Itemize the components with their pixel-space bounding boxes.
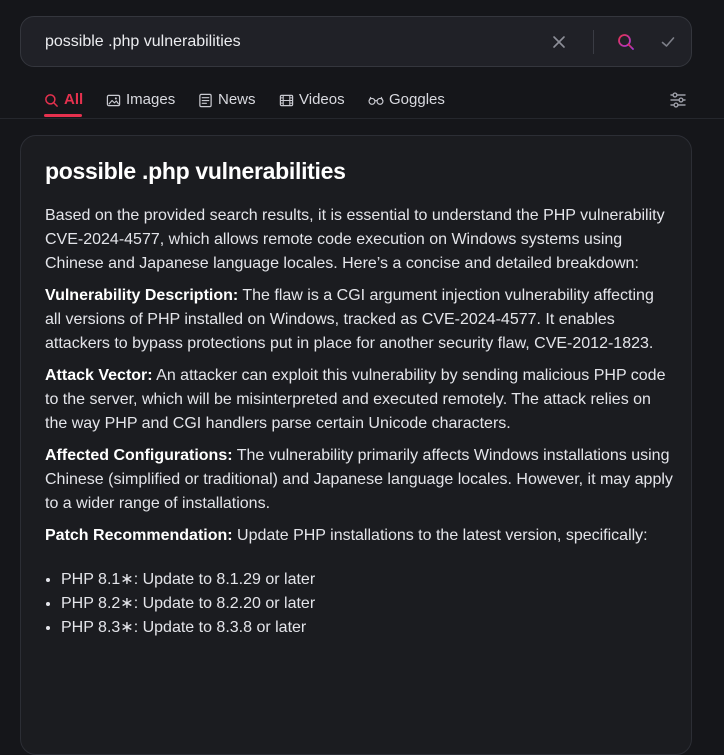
answer-section-attack-vector: Attack Vector: An attacker can exploit t… <box>45 364 673 436</box>
section-text: Update PHP installations to the latest v… <box>232 527 648 544</box>
tab-label: Videos <box>299 91 345 108</box>
active-tab-indicator <box>44 114 82 117</box>
tab-label: Images <box>126 91 176 108</box>
result-tabs: All Images News Videos Goggles <box>0 82 724 118</box>
clear-icon[interactable] <box>549 32 569 52</box>
ai-answer-card: possible .php vulnerabilities Based on t… <box>20 135 692 755</box>
goggles-icon <box>368 96 384 105</box>
section-heading: Affected Configurations: <box>45 447 233 464</box>
search-divider <box>593 30 594 54</box>
answer-body: Based on the provided search results, it… <box>45 204 673 640</box>
list-item: PHP 8.2∗: Update to 8.2.20 or later <box>61 592 673 616</box>
tab-label: Goggles <box>389 91 445 108</box>
list-item: PHP 8.3∗: Update to 8.3.8 or later <box>61 616 673 640</box>
search-submit-icon[interactable] <box>616 32 636 52</box>
section-heading: Patch Recommendation: <box>45 527 233 544</box>
tab-news[interactable]: News <box>198 82 256 118</box>
check-icon[interactable] <box>658 32 678 52</box>
search-icon <box>45 94 58 107</box>
tab-all[interactable]: All <box>44 82 83 118</box>
image-icon <box>106 94 121 107</box>
tabs-divider <box>0 118 724 119</box>
answer-intro: Based on the provided search results, it… <box>45 207 665 272</box>
tab-goggles[interactable]: Goggles <box>368 82 445 118</box>
answer-title: possible .php vulnerabilities <box>45 158 346 184</box>
settings-sliders-icon[interactable] <box>668 90 688 110</box>
patch-list: PHP 8.1∗: Update to 8.1.29 or later PHP … <box>45 568 673 640</box>
news-icon <box>199 93 212 108</box>
tab-images[interactable]: Images <box>106 82 175 118</box>
search-bar: possible .php vulnerabilities <box>20 16 692 67</box>
tab-label: All <box>64 91 84 108</box>
list-item: PHP 8.1∗: Update to 8.1.29 or later <box>61 568 673 592</box>
search-input[interactable]: possible .php vulnerabilities <box>45 17 241 66</box>
tab-videos[interactable]: Videos <box>279 82 345 118</box>
answer-section-vulnerability-description: Vulnerability Description: The flaw is a… <box>45 284 673 356</box>
answer-section-patch-recommendation: Patch Recommendation: Update PHP install… <box>45 524 673 548</box>
answer-section-affected-configurations: Affected Configurations: The vulnerabili… <box>45 444 673 516</box>
section-heading: Vulnerability Description: <box>45 287 239 304</box>
section-heading: Attack Vector: <box>45 367 153 384</box>
film-icon <box>279 94 294 107</box>
tab-label: News <box>218 91 256 108</box>
